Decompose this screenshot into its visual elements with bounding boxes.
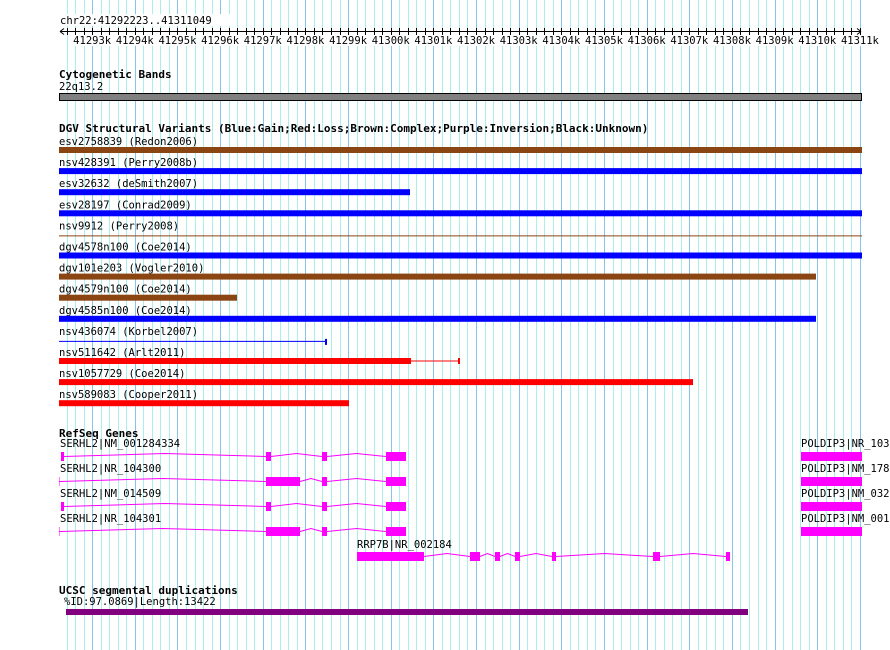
ruler-tick-label: 41303k xyxy=(500,35,539,47)
track-canvas: chr22:41292223..4131104941293k 41294k 4129… xyxy=(55,0,890,650)
gene-exon xyxy=(386,502,406,511)
ruler-tick-label: 41304k xyxy=(542,35,581,47)
dgv-variant-bar xyxy=(59,210,862,217)
gene-exon xyxy=(653,552,660,561)
ruler-tick-label: 41299k xyxy=(329,35,368,47)
gene-label: SERHL2|NR_104300 xyxy=(60,463,161,475)
cytoband-track-title: Cytogenetic Bands xyxy=(59,68,172,81)
gene-exon xyxy=(726,552,730,561)
gene-label: POLDIP3|NM_0012 xyxy=(801,513,890,525)
gene-intron-line xyxy=(423,552,727,557)
dgv-variant-bar xyxy=(59,168,862,175)
dgv-variant-bar xyxy=(59,400,349,407)
ruler-tick-label: 41293k xyxy=(73,35,112,47)
dgv-variant-label: dgv101e203 (Vogler2010) xyxy=(59,263,204,275)
dgv-variant-label: nsv511642 (Arlt2011) xyxy=(59,347,185,359)
dgv-variant-label: esv32632 (deSmith2007) xyxy=(59,178,198,190)
gene-exon xyxy=(801,527,862,536)
ruler-tick-label: 41302k xyxy=(457,35,496,47)
ruler-tick-label: 41294k xyxy=(116,35,155,47)
gene-label: RRP7B|NR_002184 xyxy=(357,539,452,551)
ruler-tick-label: 41297k xyxy=(244,35,283,47)
ruler-tick-label: 41305k xyxy=(585,35,624,47)
cytoband-bar xyxy=(59,93,862,101)
region-label: chr22:41292223..41311049 xyxy=(60,15,212,27)
dgv-variant-label: dgv4578n100 (Coe2014) xyxy=(59,242,192,254)
gene-label: POLDIP3|NM_0323 xyxy=(801,488,890,500)
ruler-tick-label: 41295k xyxy=(158,35,197,47)
gene-exon xyxy=(59,527,60,536)
gene-label: SERHL2|NM_001284334 xyxy=(60,438,180,450)
gene-intron-line xyxy=(59,477,387,482)
gene-exon xyxy=(515,552,520,561)
gene-intron-line xyxy=(59,527,387,532)
gene-exon xyxy=(801,452,862,461)
dgv-track-title: DGV Structural Variants (Blue:Gain;Red:L… xyxy=(59,122,648,135)
ruler-tick-label: 41296k xyxy=(201,35,240,47)
gene-exon xyxy=(801,477,862,486)
gene-exon xyxy=(59,477,60,486)
gene-exon xyxy=(470,552,480,561)
gene-exon xyxy=(266,477,300,486)
ruler-tick-label: 41309k xyxy=(756,35,795,47)
dgv-variant-end-tick xyxy=(458,358,460,364)
gene-intron-line xyxy=(63,502,387,507)
segdup-label: %ID:97.0869|Length:13422 xyxy=(64,596,216,608)
gene-exon xyxy=(322,502,327,511)
gene-exon xyxy=(322,477,327,486)
gene-exon xyxy=(61,452,64,461)
dgv-variant-label: nsv589083 (Cooper2011) xyxy=(59,389,198,401)
dgv-variant-label: esv28197 (Conrad2009) xyxy=(59,199,192,211)
gene-exon xyxy=(495,552,500,561)
ruler-tick-label: 41306k xyxy=(628,35,667,47)
ruler-tick-label: 41298k xyxy=(286,35,325,47)
segdup-bar xyxy=(66,609,748,615)
dgv-variant-end-tick xyxy=(325,338,327,345)
gene-label: POLDIP3|NR_1038 xyxy=(801,438,890,450)
gene-exon xyxy=(322,527,327,536)
gene-exon xyxy=(266,452,271,461)
dgv-variant-label: nsv428391 (Perry2008b) xyxy=(59,157,198,169)
gene-exon xyxy=(552,552,556,561)
gene-exon xyxy=(61,502,64,511)
dgv-variant-bar xyxy=(59,147,862,153)
gene-exon xyxy=(386,452,406,461)
gene-exon xyxy=(386,527,406,536)
dgv-variant-label: nsv9912 (Perry2008) xyxy=(59,220,179,232)
ruler-tick-label: 41301k xyxy=(414,35,453,47)
ruler-tick-label: 41308k xyxy=(713,35,752,47)
dgv-variant-label: nsv1057729 (Coe2014) xyxy=(59,368,185,380)
gene-exon xyxy=(386,477,406,486)
dgv-variant-bar xyxy=(59,379,693,386)
gene-exon xyxy=(357,552,424,561)
genome-browser-view: chr22:41292223..41311049 41293k 41294k 4129… xyxy=(0,0,890,650)
cytoband-label: 22q13.2 xyxy=(59,81,103,93)
dgv-variant-label: nsv436074 (Korbel2007) xyxy=(59,326,198,338)
gene-intron-line xyxy=(63,452,387,457)
dgv-variant-bar xyxy=(59,252,862,259)
dgv-variant-bar xyxy=(59,315,816,322)
dgv-variant-bar xyxy=(59,189,410,196)
dgv-variant-bar xyxy=(59,294,237,301)
dgv-variant-label: dgv4579n100 (Coe2014) xyxy=(59,284,192,296)
dgv-variant-label: esv2758839 (Redon2006) xyxy=(59,136,198,148)
ruler-tick-label: 41307k xyxy=(670,35,709,47)
gene-exon xyxy=(801,502,862,511)
ruler-tick-label: 41310k xyxy=(798,35,837,47)
dgv-variant-label: dgv4585n100 (Coe2014) xyxy=(59,305,192,317)
gene-label: POLDIP3|NM_1781 xyxy=(801,463,890,475)
dgv-variant-bar xyxy=(59,358,411,364)
ruler-tick-label: 41311k xyxy=(841,35,880,47)
dgv-variant-bar xyxy=(59,273,816,280)
gene-label: SERHL2|NR_104301 xyxy=(60,513,161,525)
gene-label: SERHL2|NM_014509 xyxy=(60,488,161,500)
gene-exon xyxy=(266,527,300,536)
gene-exon xyxy=(266,502,271,511)
ruler-tick-label: 41300k xyxy=(372,35,411,47)
gene-exon xyxy=(322,452,327,461)
